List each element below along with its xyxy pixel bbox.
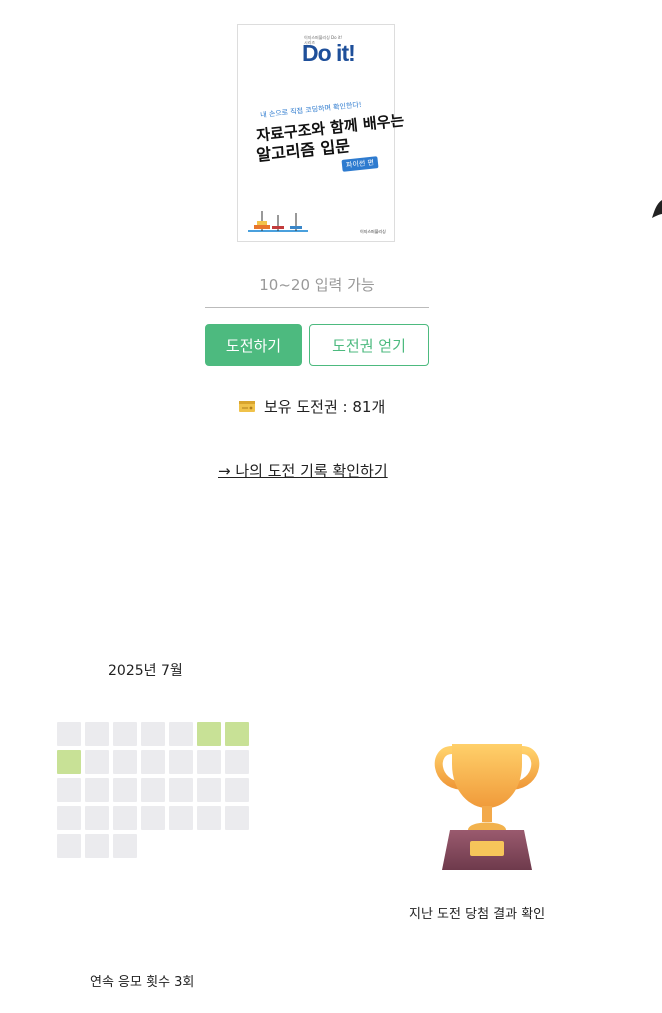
challenge-button[interactable]: 도전하기 <box>205 324 302 366</box>
calendar-day <box>57 778 81 802</box>
ticket-count: 보유 도전권 : 81개 <box>239 396 385 417</box>
calendar-day <box>225 806 249 830</box>
calendar-day-attended <box>225 722 249 746</box>
calendar-day <box>225 750 249 774</box>
calendar-day <box>225 778 249 802</box>
calendar-day <box>113 778 137 802</box>
edge-decoration <box>652 200 662 218</box>
calendar-day <box>57 834 81 858</box>
calendar-day <box>197 778 221 802</box>
challenge-amount-input[interactable] <box>205 262 429 308</box>
calendar-day <box>85 778 109 802</box>
calendar-day <box>169 778 193 802</box>
calendar-day <box>141 750 165 774</box>
book-publisher: 이지스퍼블리싱 <box>360 229 386 234</box>
book-cover-image: 이지스퍼블리싱 Do it! 시리즈 Do it! 내 손으로 직접 코딩하며 … <box>237 24 405 242</box>
calendar-day <box>57 806 81 830</box>
calendar-day <box>169 750 193 774</box>
calendar-day <box>141 806 165 830</box>
ticket-icon <box>239 401 255 412</box>
calendar-day <box>85 750 109 774</box>
calendar-day <box>85 834 109 858</box>
tower-of-hanoi-illustration <box>248 211 308 232</box>
book-edition-badge: 파이썬 편 <box>341 156 379 172</box>
my-history-link[interactable]: → 나의 도전 기록 확인하기 <box>218 460 388 481</box>
trophy-icon[interactable] <box>430 740 544 872</box>
calendar-day <box>141 778 165 802</box>
calendar-month-label: 2025년 7월 <box>108 663 183 679</box>
calendar-day <box>113 806 137 830</box>
calendar-day <box>169 722 193 746</box>
calendar-day <box>169 806 193 830</box>
streak-count: 연속 응모 횟수 3회 <box>90 975 195 990</box>
calendar-day <box>85 806 109 830</box>
ticket-count-text: 보유 도전권 : 81개 <box>264 398 386 416</box>
calendar-day <box>85 722 109 746</box>
attendance-calendar <box>57 722 249 858</box>
calendar-day <box>113 834 137 858</box>
calendar-day-attended <box>197 722 221 746</box>
get-ticket-button[interactable]: 도전권 얻기 <box>309 324 429 366</box>
calendar-day <box>197 750 221 774</box>
calendar-day <box>197 806 221 830</box>
calendar-day <box>141 722 165 746</box>
book-series-logo: Do it! <box>302 40 356 66</box>
past-results-link[interactable]: 지난 도전 당첨 결과 확인 <box>409 903 545 922</box>
calendar-day <box>113 750 137 774</box>
calendar-day-attended <box>57 750 81 774</box>
calendar-day <box>113 722 137 746</box>
calendar-day <box>57 722 81 746</box>
